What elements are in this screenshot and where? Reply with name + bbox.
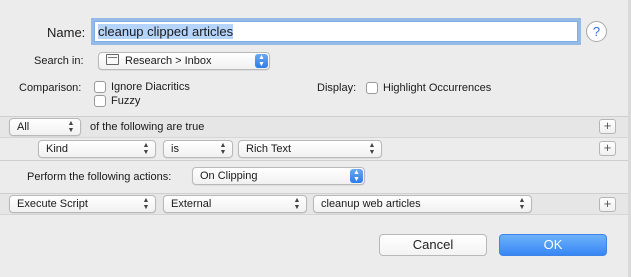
search-in-popup[interactable]: Research > Inbox ▲ ▼ [98, 52, 270, 70]
cancel-button[interactable]: Cancel [379, 234, 487, 256]
match-suffix: of the following are true [90, 121, 205, 133]
ignore-diacritics-label: Ignore Diacritics [111, 81, 190, 93]
condition-field-popup[interactable]: Kind ▲ ▼ [38, 140, 156, 158]
name-field[interactable]: cleanup clipped articles [94, 21, 578, 42]
match-quantifier-popup[interactable]: All ▲ ▼ [9, 118, 81, 136]
fuzzy-label: Fuzzy [111, 95, 141, 107]
condition-operator-popup[interactable]: is ▲ ▼ [163, 140, 233, 158]
updown-chevron-icon: ▲ ▼ [368, 142, 376, 156]
updown-chevron-icon: ▲ ▼ [293, 197, 301, 211]
match-quantifier-value: All [17, 121, 30, 133]
action-type-popup[interactable]: Execute Script ▲ ▼ [9, 195, 156, 213]
display-label: Display: [317, 82, 357, 94]
script-name-value: cleanup web articles [321, 198, 421, 210]
script-source-value: External [171, 198, 212, 210]
condition-divider [0, 160, 631, 161]
name-label: Name: [47, 25, 86, 40]
updown-chevron-icon: ▲ ▼ [518, 197, 526, 211]
condition-value-popup[interactable]: Rich Text ▲ ▼ [238, 140, 382, 158]
search-in-label: Search in: [34, 55, 84, 67]
updown-chevron-icon: ▲ ▼ [142, 197, 150, 211]
updown-chevron-icon: ▲ ▼ [255, 54, 268, 68]
name-value: cleanup clipped articles [98, 24, 234, 39]
condition-field-value: Kind [46, 143, 69, 155]
updown-chevron-icon: ▲ ▼ [219, 142, 227, 156]
highlight-occurrences-checkbox[interactable] [366, 82, 378, 94]
condition-value-value: Rich Text [246, 143, 292, 155]
script-name-popup[interactable]: cleanup web articles ▲ ▼ [313, 195, 532, 213]
trigger-value: On Clipping [200, 170, 258, 182]
database-icon [106, 54, 119, 65]
trigger-popup[interactable]: On Clipping ▲ ▼ [192, 167, 365, 185]
updown-chevron-icon: ▲ ▼ [67, 120, 75, 134]
updown-chevron-icon: ▲ ▼ [350, 169, 363, 183]
script-source-popup[interactable]: External ▲ ▼ [163, 195, 307, 213]
updown-chevron-icon: ▲ ▼ [142, 142, 150, 156]
add-criteria-button[interactable]: + [599, 119, 616, 134]
add-condition-button[interactable]: + [599, 141, 616, 156]
action-type-value: Execute Script [17, 198, 88, 210]
fuzzy-checkbox[interactable] [94, 95, 106, 107]
ok-button[interactable]: OK [499, 234, 607, 256]
help-button[interactable]: ? [586, 21, 607, 42]
ignore-diacritics-checkbox[interactable] [94, 81, 106, 93]
search-in-value: Research > Inbox [125, 55, 212, 67]
actions-label: Perform the following actions: [27, 171, 172, 183]
comparison-label: Comparison: [19, 82, 82, 94]
condition-operator-value: is [171, 143, 179, 155]
add-action-button[interactable]: + [599, 197, 616, 212]
highlight-occurrences-label: Highlight Occurrences [383, 82, 492, 94]
